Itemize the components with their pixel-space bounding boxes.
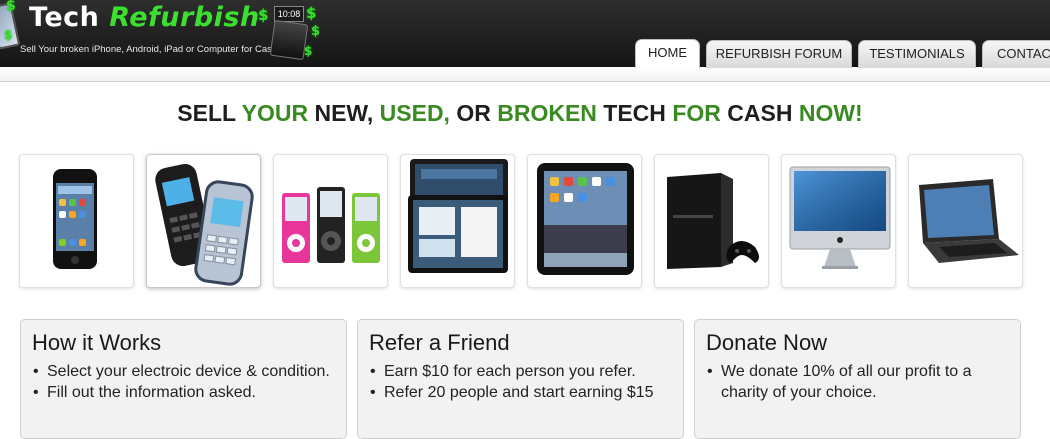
tab-testimonials[interactable]: TESTIMONIALS — [858, 40, 976, 68]
dollar-sign-icon: $ — [306, 4, 317, 22]
list-item: We donate 10% of all our profit to a cha… — [705, 361, 1015, 403]
product-imac[interactable] — [781, 154, 896, 288]
tab-refurbish-forum-label: REFURBISH FORUM — [715, 46, 843, 61]
donate-now-title: Donate Now — [706, 330, 828, 355]
tab-contact[interactable]: CONTACT — [982, 40, 1050, 68]
product-ipod[interactable] — [273, 154, 388, 288]
product-nokia[interactable] — [146, 154, 261, 288]
product-console[interactable] — [654, 154, 769, 288]
product-iphone[interactable] — [19, 154, 134, 288]
site-tagline: Sell Your broken iPhone, Android, iPad o… — [20, 44, 280, 55]
ipad-icon — [537, 163, 634, 275]
dollar-sign-icon: $ — [304, 44, 313, 58]
header-divider — [0, 67, 1050, 82]
product-tablets[interactable] — [400, 154, 515, 288]
logo-word-refurbish: Refurbish — [109, 2, 260, 33]
logo-word-tech: Tech — [29, 2, 100, 33]
ipod-nano-icon — [282, 187, 380, 263]
nokia-phones-icon — [155, 163, 254, 286]
dollar-sign-icon: $ — [311, 24, 321, 39]
tab-home-label: HOME — [648, 45, 687, 60]
tablets-icon — [408, 159, 508, 273]
donate-now-box: Donate Now We donate 10% of all our prof… — [694, 319, 1021, 439]
dollar-sign-icon: $ — [258, 6, 269, 24]
tab-refurbish-forum[interactable]: REFURBISH FORUM — [706, 40, 852, 68]
list-item: Earn $10 for each person you refer. — [368, 361, 678, 382]
game-console-icon — [667, 173, 759, 269]
refer-a-friend-list: Earn $10 for each person you refer. Refe… — [368, 361, 678, 403]
product-ipad[interactable] — [527, 154, 642, 288]
laptop-icon — [919, 179, 1019, 263]
refer-a-friend-title: Refer a Friend — [369, 330, 510, 355]
tab-contact-label: CONTACT — [997, 46, 1050, 61]
site-logo[interactable]: Tech Refurbish — [29, 2, 260, 33]
product-laptop[interactable] — [908, 154, 1023, 288]
logo-device-icon: 10:08 — [269, 2, 309, 61]
imac-icon — [789, 166, 891, 269]
list-item: Select your electroic device & condition… — [31, 361, 341, 382]
tab-testimonials-label: TESTIMONIALS — [869, 46, 965, 61]
refer-a-friend-box: Refer a Friend Earn $10 for each person … — [357, 319, 684, 439]
how-it-works-box: How it Works Select your electroic devic… — [20, 319, 347, 439]
page-headline: SELL YOUR NEW, USED, OR BROKEN TECH FOR … — [177, 100, 863, 126]
donate-now-list: We donate 10% of all our profit to a cha… — [705, 361, 1015, 403]
iphone-icon — [53, 169, 97, 269]
how-it-works-title: How it Works — [32, 330, 162, 355]
dollar-sign-icon: $ — [6, 0, 16, 14]
dollar-sign-icon: $ — [4, 28, 13, 42]
tab-home[interactable]: HOME — [635, 39, 700, 68]
how-it-works-list: Select your electroic device & condition… — [31, 361, 341, 403]
